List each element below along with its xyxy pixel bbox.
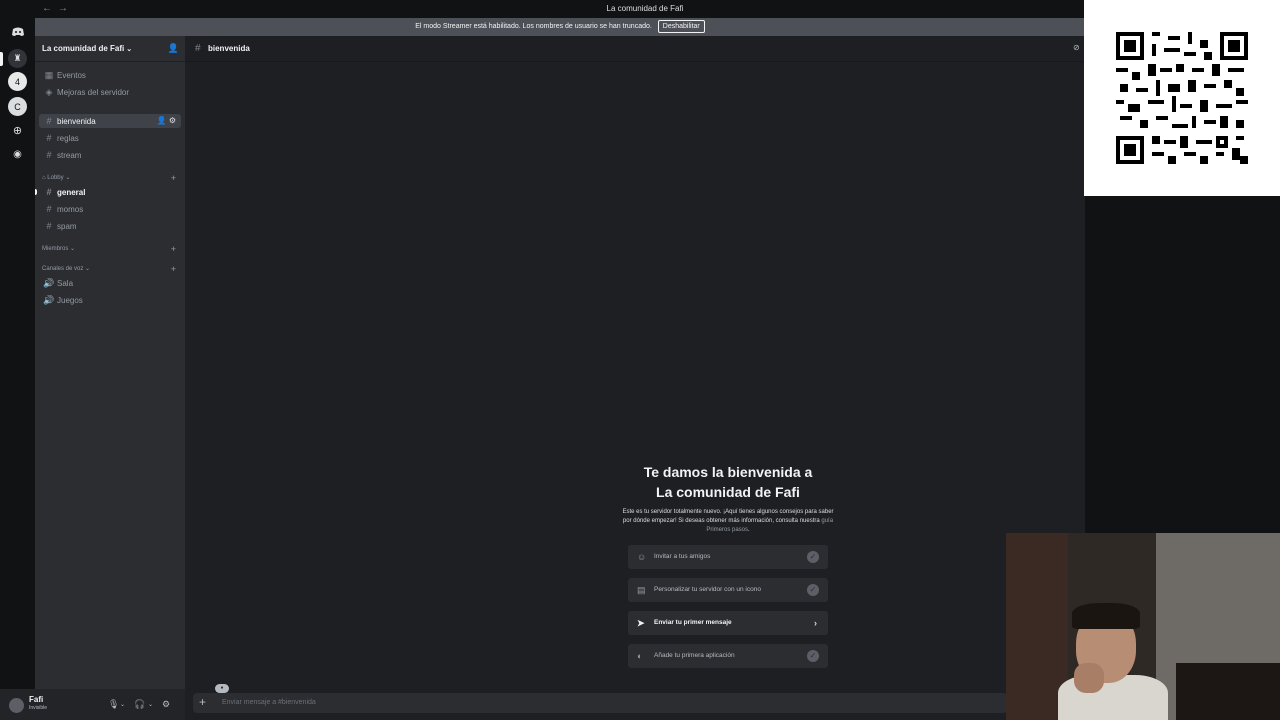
channel-momos[interactable]: # momos <box>39 202 181 216</box>
channel-bienvenida[interactable]: # bienvenida 👤 ⚙ <box>39 114 181 128</box>
add-channel-icon[interactable]: + <box>171 172 176 184</box>
hash-icon: # <box>46 133 52 143</box>
unread-indicator <box>35 189 37 195</box>
task-send-first-message[interactable]: ➤ Enviar tu primer mensaje › <box>628 611 828 635</box>
streamer-mode-bar: El modo Streamer está habilitado. Los no… <box>35 18 1085 36</box>
chevron-down-icon[interactable]: ⌄ <box>148 701 153 708</box>
add-member-icon[interactable]: 👤 <box>157 116 167 125</box>
gear-icon[interactable]: ⚙ <box>162 699 170 710</box>
customize-icon: ▤ <box>637 585 646 595</box>
calendar-icon: ▦ <box>44 70 54 80</box>
add-channel-icon[interactable]: + <box>171 263 176 275</box>
add-attachment-icon[interactable]: + <box>199 695 206 709</box>
user-panel: Fafi Invisible 🎙 ⌄ 🎧 ⌄ ⚙ <box>0 689 185 720</box>
task-add-app[interactable]: ◐ Añade tu primera aplicación ✓ <box>628 644 828 668</box>
webcam-person-hand <box>1074 663 1104 693</box>
task-customize-server[interactable]: ▤ Personalizar tu servidor con un icono … <box>628 578 828 602</box>
voice-channel-sala[interactable]: 🔊 Sala <box>39 276 181 290</box>
channel-general[interactable]: # general <box>39 185 181 199</box>
welcome-title-line1: Te damos la bienvenida a <box>643 464 813 480</box>
invite-people-icon[interactable]: 👤 <box>168 43 179 54</box>
webcam-overlay <box>1006 533 1280 720</box>
server-name[interactable]: La comunidad de Fafi ⌄ <box>42 44 132 53</box>
avatar[interactable] <box>9 698 24 713</box>
server-selected-indicator <box>0 52 3 66</box>
send-icon: ➤ <box>637 618 645 628</box>
hash-icon: # <box>46 204 52 214</box>
explore-icon[interactable]: ◉ <box>8 145 27 164</box>
voice-channel-juegos[interactable]: 🔊 Juegos <box>39 293 181 307</box>
check-icon: ✓ <box>807 650 819 662</box>
hash-icon: # <box>46 221 52 231</box>
user-name[interactable]: Fafi <box>29 695 43 704</box>
server-icon[interactable]: 4 <box>8 72 27 91</box>
category-voice[interactable]: Canales de voz ⌄ + <box>42 263 180 275</box>
message-input[interactable]: Enviar mensaje a #bienvenida <box>222 699 316 706</box>
add-server-icon[interactable]: ⊕ <box>8 121 27 140</box>
invite-icon: ☺ <box>637 552 647 562</box>
channel-stream[interactable]: # stream <box>39 148 181 162</box>
app-icon: ◐ <box>637 651 643 661</box>
qr-code-overlay <box>1084 0 1280 196</box>
message-composer[interactable]: + Enviar mensaje a #bienvenida <box>193 693 1007 713</box>
hash-icon: # <box>195 43 201 54</box>
server-rail: ♜ 4 C ⊕ ◉ <box>0 18 35 698</box>
sidebar-item-boosts[interactable]: ◈ Mejoras del servidor <box>39 85 181 99</box>
channel-header: # bienvenida ⊘ <box>185 36 1085 62</box>
task-invite-friends[interactable]: ☺ Invitar a tus amigos ✓ <box>628 545 828 569</box>
hash-icon: # <box>46 187 52 197</box>
headphones-icon[interactable]: 🎧 <box>134 699 145 710</box>
welcome-title-line2: La comunidad de Fafi <box>656 484 800 500</box>
boost-icon: ◈ <box>45 87 53 97</box>
channel-reglas[interactable]: # reglas <box>39 131 181 145</box>
qr-code-image <box>1116 32 1248 164</box>
channel-title: bienvenida <box>208 44 250 53</box>
server-header[interactable]: La comunidad de Fafi ⌄ 👤 <box>35 36 185 62</box>
webcam-person-hair <box>1072 603 1140 629</box>
channel-spam[interactable]: # spam <box>39 219 181 233</box>
server-icon[interactable]: ♜ <box>8 49 27 68</box>
channel-sidebar: La comunidad de Fafi ⌄ 👤 ▦ Eventos ◈ Mejora… <box>35 36 185 689</box>
welcome-description: Este es tu servidor totalmente nuevo. ¡A… <box>622 509 834 533</box>
category-lobby[interactable]: ⌂ Lobby ⌄ + <box>42 172 180 184</box>
notification-badge[interactable]: ● <box>215 684 229 693</box>
chevron-down-icon: ⌄ <box>126 46 133 53</box>
category-miembros[interactable]: Miembros ⌄ + <box>42 243 180 255</box>
channel-tools[interactable]: 👤 ⚙ <box>157 114 176 128</box>
chevron-down-icon[interactable]: ⌄ <box>120 701 125 708</box>
sidebar-item-events[interactable]: ▦ Eventos <box>39 68 181 82</box>
speaker-icon: 🔊 <box>43 278 55 288</box>
discord-home-icon[interactable] <box>8 22 27 41</box>
hash-icon: # <box>46 116 52 126</box>
check-icon: ✓ <box>807 551 819 563</box>
welcome-panel: Te damos la bienvenida a La comunidad de… <box>620 462 836 535</box>
hash-icon: # <box>46 150 52 160</box>
webcam-shelf <box>1176 663 1280 720</box>
microphone-icon[interactable]: 🎙 <box>108 699 119 710</box>
speaker-icon: 🔊 <box>43 295 55 305</box>
add-channel-icon[interactable]: + <box>171 243 176 255</box>
threads-icon[interactable]: ⊘ <box>1073 43 1080 52</box>
streamer-mode-text: El modo Streamer está habilitado. Los no… <box>415 23 652 30</box>
disable-streamer-button[interactable]: Deshabilitar <box>657 19 705 33</box>
chevron-right-icon: › <box>814 618 817 628</box>
server-icon[interactable]: C <box>8 97 27 116</box>
user-status: Invisible <box>29 705 48 711</box>
check-icon: ✓ <box>807 584 819 596</box>
gear-icon[interactable]: ⚙ <box>169 116 176 125</box>
